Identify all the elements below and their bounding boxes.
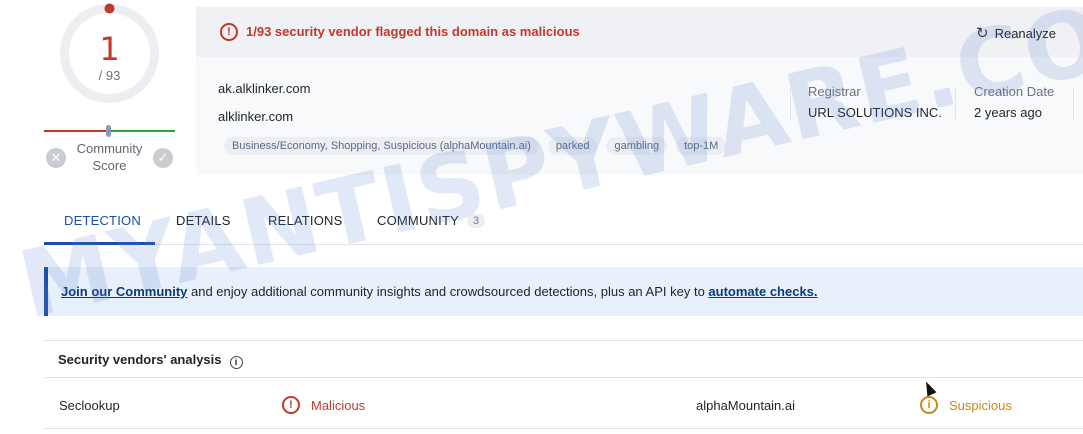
detection-total: / 93 — [98, 68, 121, 83]
community-score-label: Community Score — [68, 140, 151, 174]
vote-harmless-icon[interactable]: ✓ — [153, 148, 173, 168]
meta-divider — [790, 87, 791, 121]
creation-date-value: 2 years ago — [974, 105, 1042, 120]
alert-text: 1/93 security vendor flagged this domain… — [246, 24, 580, 39]
vendors-title: Security vendors' analysis i — [58, 352, 243, 369]
automate-checks-link[interactable]: automate checks. — [708, 284, 817, 299]
detection-count: 1 — [99, 30, 120, 68]
tab-community-label: COMMUNITY — [377, 213, 459, 228]
parent-domain[interactable]: alklinker.com — [218, 109, 293, 124]
join-community-link[interactable]: Join our Community — [61, 284, 187, 299]
info-icon[interactable]: i — [229, 356, 243, 369]
malicious-icon: ! — [282, 396, 300, 414]
tag-category[interactable]: Business/Economy, Shopping, Suspicious (… — [224, 137, 539, 155]
vendors-section: Security vendors' analysis i — [44, 340, 1083, 369]
vendor-verdict: Malicious — [311, 398, 366, 413]
tab-details[interactable]: DETAILS — [176, 213, 231, 228]
domain-tags: Business/Economy, Shopping, Suspicious (… — [224, 137, 727, 155]
vendor-name: alphaMountain.ai — [696, 398, 796, 413]
active-tab-indicator — [44, 242, 155, 245]
tab-detection[interactable]: DETECTION — [64, 213, 141, 228]
meta-divider — [1073, 87, 1074, 121]
vendor-verdict: Suspicious — [949, 398, 1012, 413]
community-score-bar-positive — [110, 130, 175, 132]
domain-summary-card: ! 1/93 security vendor flagged this doma… — [196, 7, 1083, 175]
community-score-label-line1: Community — [76, 141, 143, 156]
reanalyze-button[interactable]: ↻ Reanalyze — [976, 24, 1056, 42]
report-tabs: DETECTION DETAILS RELATIONS COMMUNITY 3 — [44, 196, 1083, 245]
malicious-alert-bar: ! 1/93 security vendor flagged this doma… — [196, 7, 1083, 57]
community-score-bar-negative — [44, 130, 109, 132]
meta-divider — [955, 87, 956, 121]
tag-top-1m[interactable]: top-1M — [676, 137, 727, 155]
community-score-marker — [106, 125, 111, 137]
tag-parked[interactable]: parked — [547, 137, 598, 155]
tab-relations[interactable]: RELATIONS — [268, 213, 343, 228]
community-score-label-line2: Score — [92, 158, 127, 173]
score-ring-malicious-dot — [104, 3, 115, 14]
community-score-bar — [44, 125, 175, 137]
domain-name[interactable]: ak.alklinker.com — [218, 81, 310, 96]
tab-community[interactable]: COMMUNITY 3 — [377, 213, 486, 228]
registrar-value: URL SOLUTIONS INC. — [808, 105, 942, 120]
tag-gambling[interactable]: gambling — [606, 137, 668, 155]
reanalyze-label: Reanalyze — [994, 25, 1057, 41]
community-banner: Join our Community and enjoy additional … — [44, 267, 1083, 316]
vote-harmful-icon[interactable]: ✕ — [46, 148, 66, 168]
alert-exclamation-icon: ! — [220, 23, 238, 41]
vendors-title-text: Security vendors' analysis — [58, 352, 222, 367]
suspicious-icon: i — [920, 396, 938, 414]
vendor-name: Seclookup — [59, 398, 120, 413]
banner-middle-text: and enjoy additional community insights … — [187, 284, 709, 299]
community-banner-text: Join our Community and enjoy additional … — [61, 284, 818, 299]
registrar-label: Registrar — [808, 84, 861, 99]
refresh-icon: ↻ — [976, 25, 989, 42]
detection-score-widget: 1 / 93 ✕ Community Score ✓ — [44, 0, 175, 175]
creation-date-label: Creation Date — [974, 84, 1055, 99]
community-count-badge: 3 — [466, 214, 486, 228]
